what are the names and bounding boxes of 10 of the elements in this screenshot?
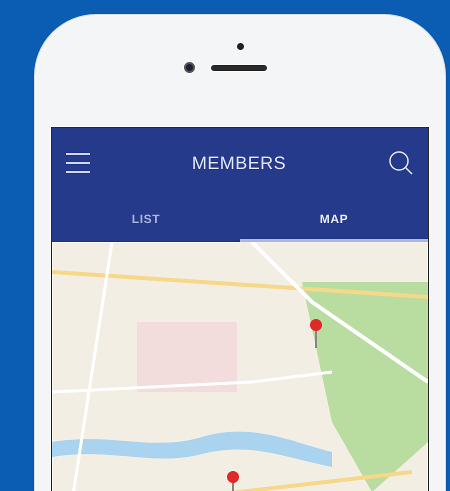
map-pin-icon bbox=[309, 318, 323, 348]
speaker-icon bbox=[210, 64, 266, 70]
map-pin-icon bbox=[226, 470, 240, 491]
app-title: MEMBERS bbox=[192, 152, 286, 174]
search-icon bbox=[388, 150, 414, 176]
tab[interactable]: LIST bbox=[52, 198, 240, 242]
menu-button[interactable] bbox=[66, 153, 90, 173]
camera-icon bbox=[184, 62, 194, 73]
sensor-icon bbox=[236, 43, 244, 50]
search-button[interactable] bbox=[388, 150, 414, 176]
